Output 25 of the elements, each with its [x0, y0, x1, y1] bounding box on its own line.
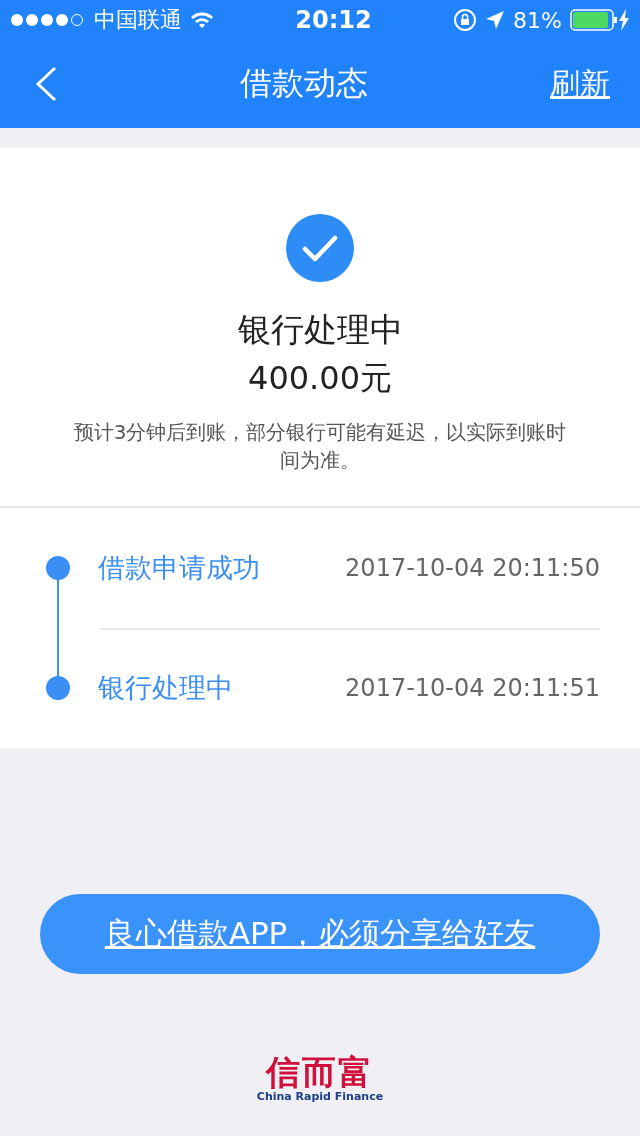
- share-button[interactable]: 良心借款APP，必须分享给好友: [40, 894, 600, 974]
- check-icon: [286, 214, 354, 282]
- step-label: 借款申请成功: [98, 551, 261, 585]
- timeline-dot: [46, 676, 70, 700]
- step-time: 2017-10-04 20:11:51: [345, 674, 600, 702]
- signal-icon: [10, 13, 86, 27]
- logo-name: 信而富: [266, 1054, 374, 1090]
- location-arrow-icon: [485, 10, 506, 30]
- battery-percent: 81%: [513, 7, 562, 33]
- step-label: 银行处理中: [98, 671, 234, 705]
- step-time: 2017-10-04 20:11:50: [345, 554, 600, 582]
- battery-icon: [570, 9, 618, 31]
- page-title: 借款动态: [239, 63, 369, 104]
- clock-time: 20:12: [295, 6, 372, 34]
- carrier-name: 中国联通: [94, 6, 182, 34]
- back-icon[interactable]: [34, 66, 58, 102]
- wifi-icon: [190, 11, 214, 29]
- logo-tagline: China Rapid Finance: [256, 1090, 384, 1103]
- amount: 400.00元: [247, 358, 393, 399]
- rotation-lock-icon: [453, 8, 478, 32]
- status-note: 预计3分钟后到账，部分银行可能有延迟，以实际到账时间为准。: [72, 419, 568, 474]
- refresh-link[interactable]: 刷新: [550, 63, 610, 105]
- status-title: 银行处理中: [236, 309, 404, 351]
- timeline-dot: [46, 556, 70, 580]
- charging-icon: [618, 9, 630, 31]
